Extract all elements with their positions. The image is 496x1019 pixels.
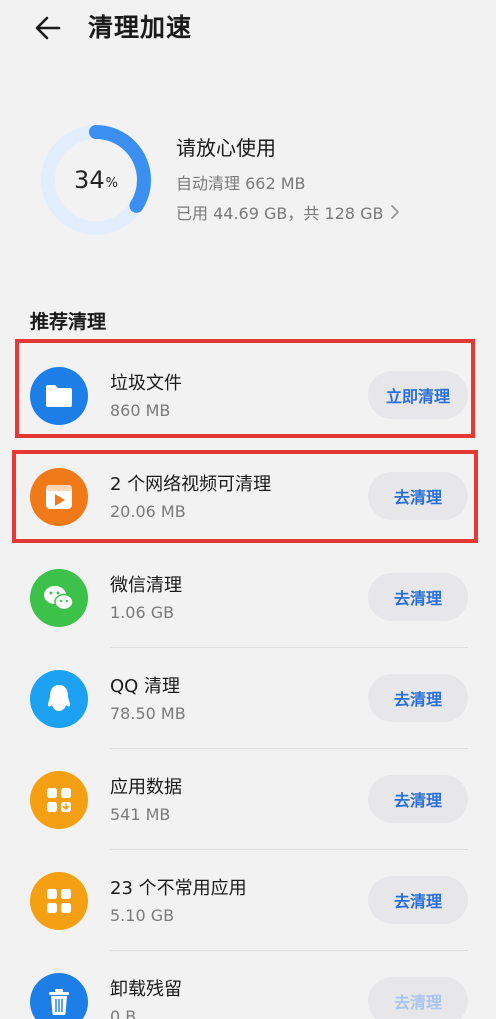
go-clean-button[interactable]: 去清理 <box>368 876 468 924</box>
list-item[interactable]: 卸载残留 0 B 去清理 <box>0 951 496 1019</box>
storage-percent-value: 34 <box>74 166 105 194</box>
screen: 清理加速 34% 请放心使用 自动清理 662 MB 已用 44.69 GB，共… <box>0 0 496 1019</box>
item-name: QQ 清理 <box>110 676 181 697</box>
highlight-box <box>12 450 478 543</box>
storage-status: 请放心使用 <box>176 136 276 160</box>
item-name: 卸载残留 <box>110 979 182 1000</box>
item-size: 1.06 GB <box>110 603 175 622</box>
go-clean-button[interactable]: 去清理 <box>368 674 468 722</box>
item-name: 23 个不常用应用 <box>110 878 247 899</box>
back-button[interactable] <box>26 10 70 46</box>
highlight-box <box>15 339 475 438</box>
storage-usage-link[interactable]: 已用 44.69 GB，共 128 GB <box>176 200 401 224</box>
list-item[interactable]: QQ 清理 78.50 MB 去清理 <box>0 648 496 749</box>
section-title: 推荐清理 <box>30 311 107 333</box>
go-clean-button[interactable]: 去清理 <box>368 775 468 823</box>
storage-ring: 34% <box>38 122 154 238</box>
list-item[interactable]: 应用数据 541 MB 去清理 <box>0 749 496 850</box>
apps-grid-icon <box>30 872 88 930</box>
item-name: 应用数据 <box>110 777 182 798</box>
item-size: 0 B <box>110 1007 137 1019</box>
item-size: 78.50 MB <box>110 704 186 723</box>
storage-percent: 34% <box>38 122 154 238</box>
app-data-icon <box>30 771 88 829</box>
go-clean-button[interactable]: 去清理 <box>368 573 468 621</box>
storage-usage-text: 已用 44.69 GB，共 128 GB <box>176 204 384 223</box>
auto-clean-info: 自动清理 662 MB <box>176 174 306 193</box>
go-clean-button[interactable]: 去清理 <box>368 977 468 1019</box>
page-title: 清理加速 <box>88 13 193 42</box>
chevron-right-icon <box>389 203 401 221</box>
qq-icon <box>30 670 88 728</box>
item-size: 541 MB <box>110 805 171 824</box>
trash-icon <box>30 973 88 1019</box>
item-size: 5.10 GB <box>110 906 175 925</box>
list-item[interactable]: 微信清理 1.06 GB 去清理 <box>0 547 496 648</box>
list-item[interactable]: 23 个不常用应用 5.10 GB 去清理 <box>0 850 496 951</box>
item-name: 微信清理 <box>110 575 182 596</box>
storage-percent-unit: % <box>105 175 118 191</box>
back-arrow-icon <box>35 16 61 40</box>
wechat-icon <box>30 569 88 627</box>
header: 清理加速 <box>0 0 496 64</box>
storage-summary: 34% 请放心使用 自动清理 662 MB 已用 44.69 GB，共 128 … <box>0 110 496 250</box>
